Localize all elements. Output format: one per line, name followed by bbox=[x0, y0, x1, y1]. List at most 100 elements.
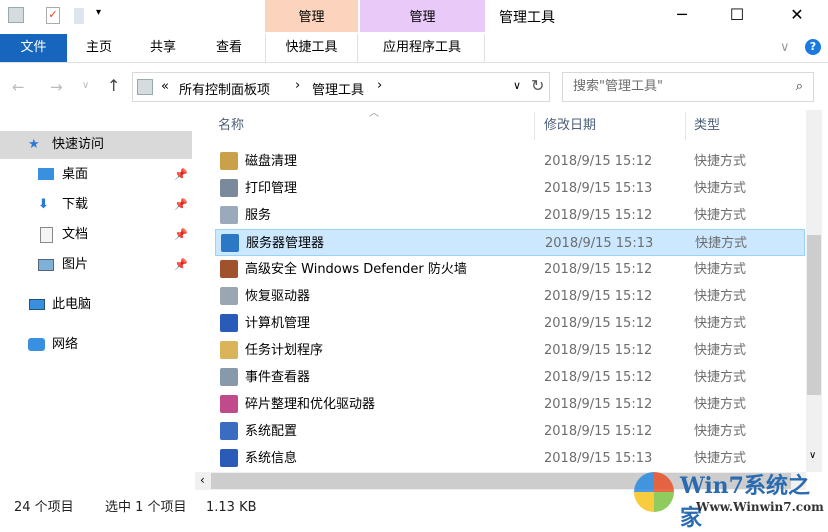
refresh-button[interactable]: ↻ bbox=[531, 76, 544, 95]
file-name: 任务计划程序 bbox=[245, 343, 324, 358]
nav-pictures[interactable]: 图片 📌 bbox=[0, 251, 192, 279]
tab-app-tools[interactable]: 应用程序工具 bbox=[360, 34, 485, 62]
tab-view[interactable]: 查看 bbox=[206, 34, 252, 62]
address-bar[interactable]: « 所有控制面板项 › 管理工具 › ∨ ↻ bbox=[132, 72, 550, 102]
context-tab-manage-shortcut[interactable]: 管理 bbox=[265, 0, 358, 32]
star-icon: ★ bbox=[28, 137, 40, 152]
file-date: 2018/9/15 15:13 bbox=[545, 236, 654, 251]
breadcrumb-separator[interactable]: › bbox=[377, 78, 382, 93]
nav-desktop[interactable]: 桌面 📌 bbox=[0, 161, 192, 189]
column-header-date[interactable]: 修改日期 bbox=[536, 112, 686, 140]
status-selection: 选中 1 个项目 bbox=[105, 500, 187, 515]
forward-button[interactable]: → bbox=[50, 78, 63, 96]
close-button[interactable]: ✕ bbox=[774, 0, 820, 32]
app-icon bbox=[8, 7, 24, 23]
tab-share[interactable]: 共享 bbox=[140, 34, 186, 62]
up-button[interactable]: ↑ bbox=[107, 76, 120, 95]
tab-file[interactable]: 文件 bbox=[0, 34, 67, 62]
address-dropdown-icon[interactable]: ∨ bbox=[513, 79, 521, 92]
file-row[interactable]: 恢复驱动器 2018/9/15 15:12 快捷方式 bbox=[215, 283, 805, 310]
watermark-logo: Win7系统之家 Www.Winwin7.com bbox=[630, 466, 826, 531]
file-date: 2018/9/15 15:12 bbox=[544, 397, 653, 412]
computer-icon bbox=[29, 299, 45, 310]
shortcut-icon bbox=[221, 234, 239, 252]
search-input[interactable]: 搜索"管理工具" ⌕ bbox=[562, 72, 814, 102]
nav-label: 桌面 bbox=[62, 167, 89, 182]
network-icon bbox=[28, 338, 45, 351]
recent-dropdown-button[interactable]: ∨ bbox=[82, 80, 89, 91]
file-row[interactable]: 系统配置 2018/9/15 15:12 快捷方式 bbox=[215, 418, 805, 445]
file-row[interactable]: 碎片整理和优化驱动器 2018/9/15 15:12 快捷方式 bbox=[215, 391, 805, 418]
file-date: 2018/9/15 15:12 bbox=[544, 316, 653, 331]
back-button[interactable]: ← bbox=[12, 78, 25, 96]
search-placeholder: 搜索"管理工具" bbox=[573, 79, 663, 94]
file-name: 系统信息 bbox=[245, 451, 298, 466]
scrollbar-thumb[interactable] bbox=[807, 235, 821, 395]
search-icon[interactable]: ⌕ bbox=[796, 73, 803, 101]
scroll-down-icon[interactable]: ∨ bbox=[809, 450, 816, 461]
breadcrumb-separator[interactable]: › bbox=[295, 78, 300, 93]
shortcut-icon bbox=[220, 206, 238, 224]
document-icon bbox=[40, 227, 53, 243]
file-name: 计算机管理 bbox=[245, 316, 311, 331]
breadcrumb-control-panel[interactable]: 所有控制面板项 bbox=[179, 79, 270, 98]
navigation-pane: ★ 快速访问 桌面 📌 ⬇ 下载 📌 文档 📌 图片 📌 此电脑 网络 bbox=[0, 110, 195, 492]
vertical-scrollbar[interactable]: ∨ bbox=[806, 110, 822, 472]
file-name: 高级安全 Windows Defender 防火墙 bbox=[245, 262, 467, 277]
file-row[interactable]: 打印管理 2018/9/15 15:13 快捷方式 bbox=[215, 175, 805, 202]
file-name: 碎片整理和优化驱动器 bbox=[245, 397, 376, 412]
help-button[interactable]: ? bbox=[805, 39, 821, 55]
breadcrumb-admin-tools[interactable]: 管理工具 bbox=[312, 79, 364, 98]
file-type: 快捷方式 bbox=[694, 316, 747, 331]
file-name: 磁盘清理 bbox=[245, 154, 298, 169]
file-row[interactable]: 服务器管理器 2018/9/15 15:13 快捷方式 bbox=[215, 229, 805, 256]
nav-downloads[interactable]: ⬇ 下载 📌 bbox=[0, 191, 192, 219]
properties-icon[interactable]: ✓ bbox=[46, 7, 60, 24]
qat-dropdown-icon[interactable]: ▾ bbox=[96, 7, 101, 18]
file-type: 快捷方式 bbox=[694, 397, 747, 412]
shortcut-icon bbox=[220, 179, 238, 197]
nav-label: 此电脑 bbox=[52, 297, 92, 312]
column-header-type[interactable]: 类型 bbox=[687, 112, 805, 140]
nav-quick-access[interactable]: ★ 快速访问 bbox=[0, 131, 192, 159]
file-date: 2018/9/15 15:12 bbox=[544, 262, 653, 277]
context-tab-manage-app[interactable]: 管理 bbox=[360, 0, 485, 32]
overflow-chevron[interactable]: « bbox=[161, 79, 169, 94]
column-header-name[interactable]: 名称 bbox=[210, 112, 535, 140]
title-text: 管理工具 bbox=[499, 10, 555, 26]
file-row[interactable]: 服务 2018/9/15 15:12 快捷方式 bbox=[215, 202, 805, 229]
nav-label: 图片 bbox=[62, 257, 89, 272]
minimize-button[interactable]: ─ bbox=[659, 0, 705, 32]
shortcut-icon bbox=[220, 422, 238, 440]
file-name: 服务器管理器 bbox=[246, 236, 325, 251]
pin-icon[interactable]: 📌 bbox=[174, 221, 188, 249]
shortcut-icon bbox=[220, 368, 238, 386]
new-folder-icon[interactable] bbox=[74, 8, 84, 24]
shortcut-icon bbox=[220, 314, 238, 332]
nav-label: 网络 bbox=[52, 337, 79, 352]
file-row[interactable]: 任务计划程序 2018/9/15 15:12 快捷方式 bbox=[215, 337, 805, 364]
file-date: 2018/9/15 15:12 bbox=[544, 289, 653, 304]
nav-network[interactable]: 网络 bbox=[0, 331, 192, 359]
ribbon-expand-button[interactable]: ∨ bbox=[780, 40, 790, 55]
nav-label: 快速访问 bbox=[52, 137, 105, 152]
file-row[interactable]: 事件查看器 2018/9/15 15:12 快捷方式 bbox=[215, 364, 805, 391]
file-row[interactable]: 计算机管理 2018/9/15 15:12 快捷方式 bbox=[215, 310, 805, 337]
nav-this-pc[interactable]: 此电脑 bbox=[0, 291, 192, 319]
file-row[interactable]: 高级安全 Windows Defender 防火墙 2018/9/15 15:1… bbox=[215, 256, 805, 283]
pin-icon[interactable]: 📌 bbox=[174, 161, 188, 189]
shortcut-icon bbox=[220, 287, 238, 305]
file-date: 2018/9/15 15:12 bbox=[544, 154, 653, 169]
pin-icon[interactable]: 📌 bbox=[174, 191, 188, 219]
tab-home[interactable]: 主页 bbox=[76, 34, 122, 62]
file-row[interactable]: 磁盘清理 2018/9/15 15:12 快捷方式 bbox=[215, 148, 805, 175]
pin-icon[interactable]: 📌 bbox=[174, 251, 188, 279]
shortcut-icon bbox=[220, 449, 238, 467]
scroll-left-icon[interactable]: ‹ bbox=[200, 473, 205, 487]
maximize-button[interactable]: ☐ bbox=[714, 0, 760, 32]
tab-shortcut-tools[interactable]: 快捷工具 bbox=[265, 34, 358, 62]
file-type: 快捷方式 bbox=[694, 370, 747, 385]
nav-documents[interactable]: 文档 📌 bbox=[0, 221, 192, 249]
file-date: 2018/9/15 15:12 bbox=[544, 424, 653, 439]
shortcut-icon bbox=[220, 260, 238, 278]
